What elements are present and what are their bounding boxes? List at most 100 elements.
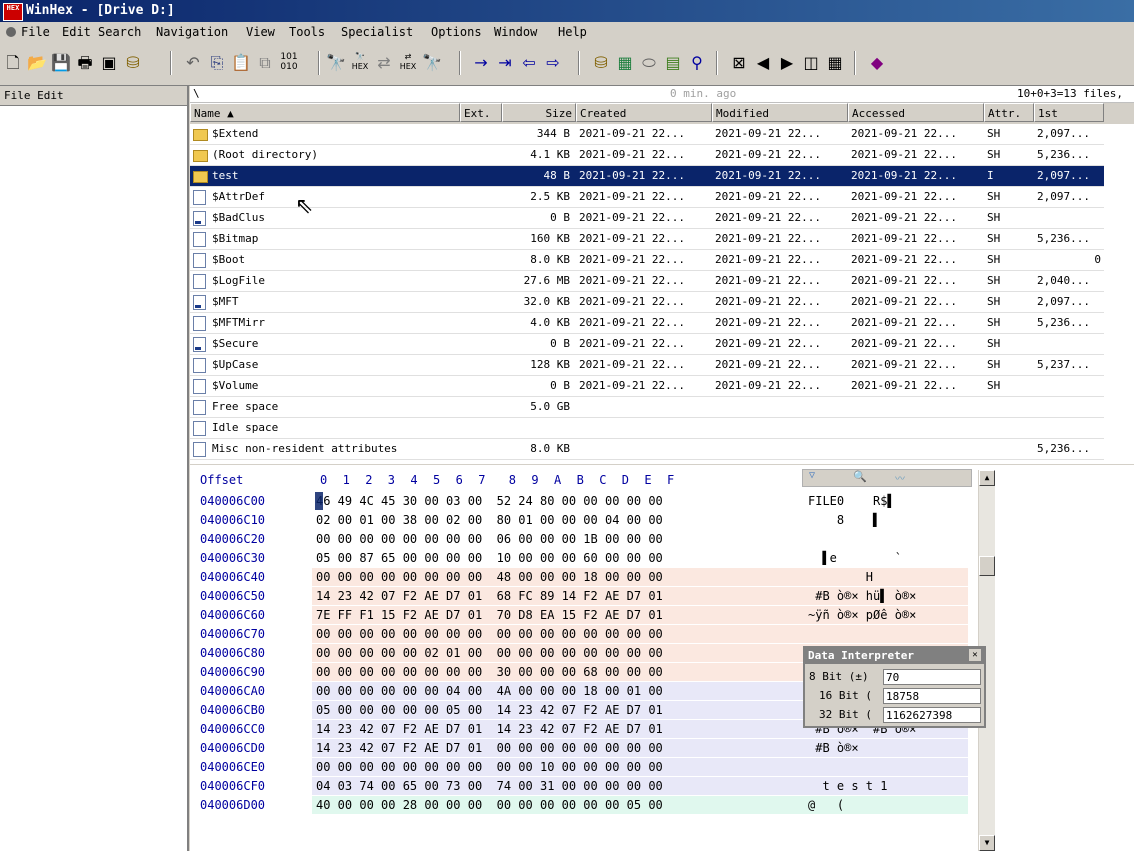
- hex-bytes[interactable]: 00 00 00 00 00 00 00 00 48 00 00 00 18 0…: [316, 568, 663, 586]
- convert-icon[interactable]: 101 010: [278, 52, 300, 74]
- file-row[interactable]: Misc non-resident attributes 8.0 KB 5,236.…: [190, 439, 1104, 460]
- hex-bytes[interactable]: 00 00 00 00 00 02 01 00 00 00 00 00 00 0…: [316, 644, 663, 662]
- calculator-icon[interactable]: ⊠: [728, 52, 750, 74]
- hex-bytes[interactable]: 14 23 42 07 F2 AE D7 01 68 FC 89 14 F2 A…: [316, 587, 663, 605]
- column-modified[interactable]: Modified: [712, 103, 848, 122]
- hex-bytes[interactable]: 05 00 87 65 00 00 00 00 10 00 00 00 60 0…: [316, 549, 663, 567]
- print-icon[interactable]: 🖶: [74, 52, 96, 74]
- system-menu-icon[interactable]: [6, 27, 16, 37]
- file-row[interactable]: Idle space: [190, 418, 1104, 439]
- find-text-icon[interactable]: 🔭: [325, 52, 347, 74]
- ram-editor-icon[interactable]: ▦: [614, 52, 636, 74]
- paste-icon[interactable]: 📋: [230, 52, 252, 74]
- table-icon[interactable]: ▦: [824, 52, 846, 74]
- copy-block-icon[interactable]: ⧉: [254, 52, 276, 74]
- hex-bytes[interactable]: 02 00 01 00 38 00 02 00 80 01 00 00 00 0…: [316, 511, 663, 529]
- column-first-sector[interactable]: 1st sector: [1034, 103, 1104, 139]
- hex-bytes[interactable]: 46 49 4C 45 30 00 03 00 52 24 80 00 00 0…: [316, 492, 663, 510]
- hex-bytes[interactable]: 00 00 00 00 00 00 00 00 00 00 00 00 00 0…: [316, 625, 663, 643]
- menu-window[interactable]: Window: [494, 22, 537, 43]
- file-row[interactable]: $BadClus 0 B 2021-09-21 22... 2021-09-21 22…: [190, 208, 1104, 229]
- file-row[interactable]: (Root directory) 4.1 KB 2021-09-21 22... 20…: [190, 145, 1104, 166]
- hex-bytes[interactable]: 40 00 00 00 28 00 00 00 00 00 00 00 00 0…: [316, 796, 663, 814]
- find-next-icon[interactable]: 🔭: [421, 52, 443, 74]
- menu-edit[interactable]: Edit: [62, 22, 91, 43]
- menu-file[interactable]: File: [21, 22, 50, 43]
- hex-ascii[interactable]: #B ò®×: [808, 739, 968, 757]
- paint-icon[interactable]: ◆: [866, 52, 888, 74]
- close-icon[interactable]: ✕: [969, 649, 981, 661]
- hex-bytes[interactable]: 00 00 00 00 00 00 00 00 00 00 10 00 00 0…: [316, 758, 663, 776]
- hex-bytes[interactable]: 14 23 42 07 F2 AE D7 01 00 00 00 00 00 0…: [316, 739, 663, 757]
- file-row[interactable]: $Extend 344 B 2021-09-21 22... 2021-09-21 2…: [190, 124, 1104, 145]
- file-row[interactable]: $AttrDef 2.5 KB 2021-09-21 22... 2021-09-21…: [190, 187, 1104, 208]
- file-row[interactable]: $MFT 32.0 KB 2021-09-21 22... 2021-09-21 22…: [190, 292, 1104, 313]
- scroll-down-icon[interactable]: ▼: [979, 835, 995, 851]
- hex-ascii[interactable]: [808, 530, 968, 548]
- hex-bytes[interactable]: 05 00 00 00 00 00 05 00 14 23 42 07 F2 A…: [316, 701, 663, 719]
- di-value-8bit[interactable]: 70: [883, 669, 981, 685]
- column-ext[interactable]: Ext.: [460, 103, 502, 122]
- drive-icon[interactable]: ⬭: [638, 52, 660, 74]
- file-row[interactable]: $Bitmap 160 KB 2021-09-21 22... 2021-09-21 …: [190, 229, 1104, 250]
- hex-ascii[interactable]: ~ÿñ ò®× pØê ò®×: [808, 606, 968, 624]
- wave-icon[interactable]: 〰: [895, 470, 905, 485]
- find-hex-icon[interactable]: 🔭 HEX: [349, 52, 371, 74]
- hex-ascii[interactable]: #B ò®× hü▌ ò®×: [808, 587, 968, 605]
- find-icon[interactable]: 🔍: [853, 470, 867, 483]
- goto-offset-icon[interactable]: →: [470, 52, 492, 74]
- scroll-up-icon[interactable]: ▲: [979, 470, 995, 486]
- hex-bytes[interactable]: 7E FF F1 15 F2 AE D7 01 70 D8 EA 15 F2 A…: [316, 606, 663, 624]
- menu-specialist[interactable]: Specialist: [341, 22, 413, 43]
- prev-icon[interactable]: ◀: [752, 52, 774, 74]
- properties-icon[interactable]: ▣: [98, 52, 120, 74]
- column-name[interactable]: Name ▲: [190, 103, 460, 122]
- hex-ascii[interactable]: t e s t 1: [808, 777, 968, 795]
- hex-ascii[interactable]: H: [808, 568, 968, 586]
- file-row[interactable]: $MFTMirr 4.0 KB 2021-09-21 22... 2021-09-21…: [190, 313, 1104, 334]
- hex-ascii[interactable]: [808, 758, 968, 776]
- hex-ascii[interactable]: 8 ▌: [808, 511, 968, 529]
- open-icon[interactable]: 📂: [26, 52, 48, 74]
- file-row[interactable]: Free space 5.0 GB: [190, 397, 1104, 418]
- column-accessed[interactable]: Accessed: [848, 103, 984, 122]
- column-created[interactable]: Created: [576, 103, 712, 122]
- hex-ascii[interactable]: [808, 625, 968, 643]
- menu-search[interactable]: Search: [98, 22, 141, 43]
- di-value-32bit[interactable]: 1162627398: [883, 707, 981, 723]
- hex-ascii[interactable]: @ (: [808, 796, 968, 814]
- forward-icon[interactable]: ⇨: [542, 52, 564, 74]
- data-interpreter-icon[interactable]: ▤: [662, 52, 684, 74]
- undo-icon[interactable]: ↶: [182, 52, 204, 74]
- menu-help[interactable]: Help: [558, 22, 587, 43]
- file-row[interactable]: $Secure 0 B 2021-09-21 22... 2021-09-21 22.…: [190, 334, 1104, 355]
- menu-tools[interactable]: Tools: [289, 22, 325, 43]
- replace-hex-icon[interactable]: ⇄ HEX: [397, 52, 419, 74]
- menu-options[interactable]: Options: [431, 22, 482, 43]
- save-icon[interactable]: 💾: [50, 52, 72, 74]
- open-disk-icon[interactable]: ⛁: [122, 52, 144, 74]
- file-row[interactable]: $Volume 0 B 2021-09-21 22... 2021-09-21 22.…: [190, 376, 1104, 397]
- file-row[interactable]: test 48 B 2021-09-21 22... 2021-09-21 22...…: [190, 166, 1104, 187]
- hex-ascii[interactable]: FILE0 R$▌: [808, 492, 968, 510]
- case-icon[interactable]: ◫: [800, 52, 822, 74]
- new-icon[interactable]: 🗋: [2, 52, 24, 74]
- goto-icon[interactable]: ⇥: [494, 52, 516, 74]
- hex-bytes[interactable]: 04 03 74 00 65 00 73 00 74 00 31 00 00 0…: [316, 777, 663, 795]
- copy-icon[interactable]: ⎘: [206, 52, 228, 74]
- column-size[interactable]: Size: [502, 103, 576, 122]
- menu-navigation[interactable]: Navigation: [156, 22, 228, 43]
- column-attr[interactable]: Attr.: [984, 103, 1034, 122]
- next-icon[interactable]: ▶: [776, 52, 798, 74]
- hex-bytes[interactable]: 00 00 00 00 00 00 00 00 06 00 00 00 1B 0…: [316, 530, 663, 548]
- scroll-thumb[interactable]: [979, 556, 995, 576]
- hex-bytes[interactable]: 00 00 00 00 00 00 04 00 4A 00 00 00 18 0…: [316, 682, 663, 700]
- di-value-16bit[interactable]: 18758: [883, 688, 981, 704]
- data-interpreter-window[interactable]: Data Interpreter ✕ 8 Bit (±) 70 16 Bit (…: [803, 646, 986, 728]
- hex-ascii[interactable]: ▌e `: [808, 549, 968, 567]
- file-row[interactable]: $Boot 8.0 KB 2021-09-21 22... 2021-09-21 22…: [190, 250, 1104, 271]
- file-row[interactable]: $UpCase 128 KB 2021-09-21 22... 2021-09-21 …: [190, 355, 1104, 376]
- search-icon[interactable]: ⚲: [686, 52, 708, 74]
- disk-editor-icon[interactable]: ⛁: [590, 52, 612, 74]
- chevron-down-icon[interactable]: ▽: [809, 470, 815, 481]
